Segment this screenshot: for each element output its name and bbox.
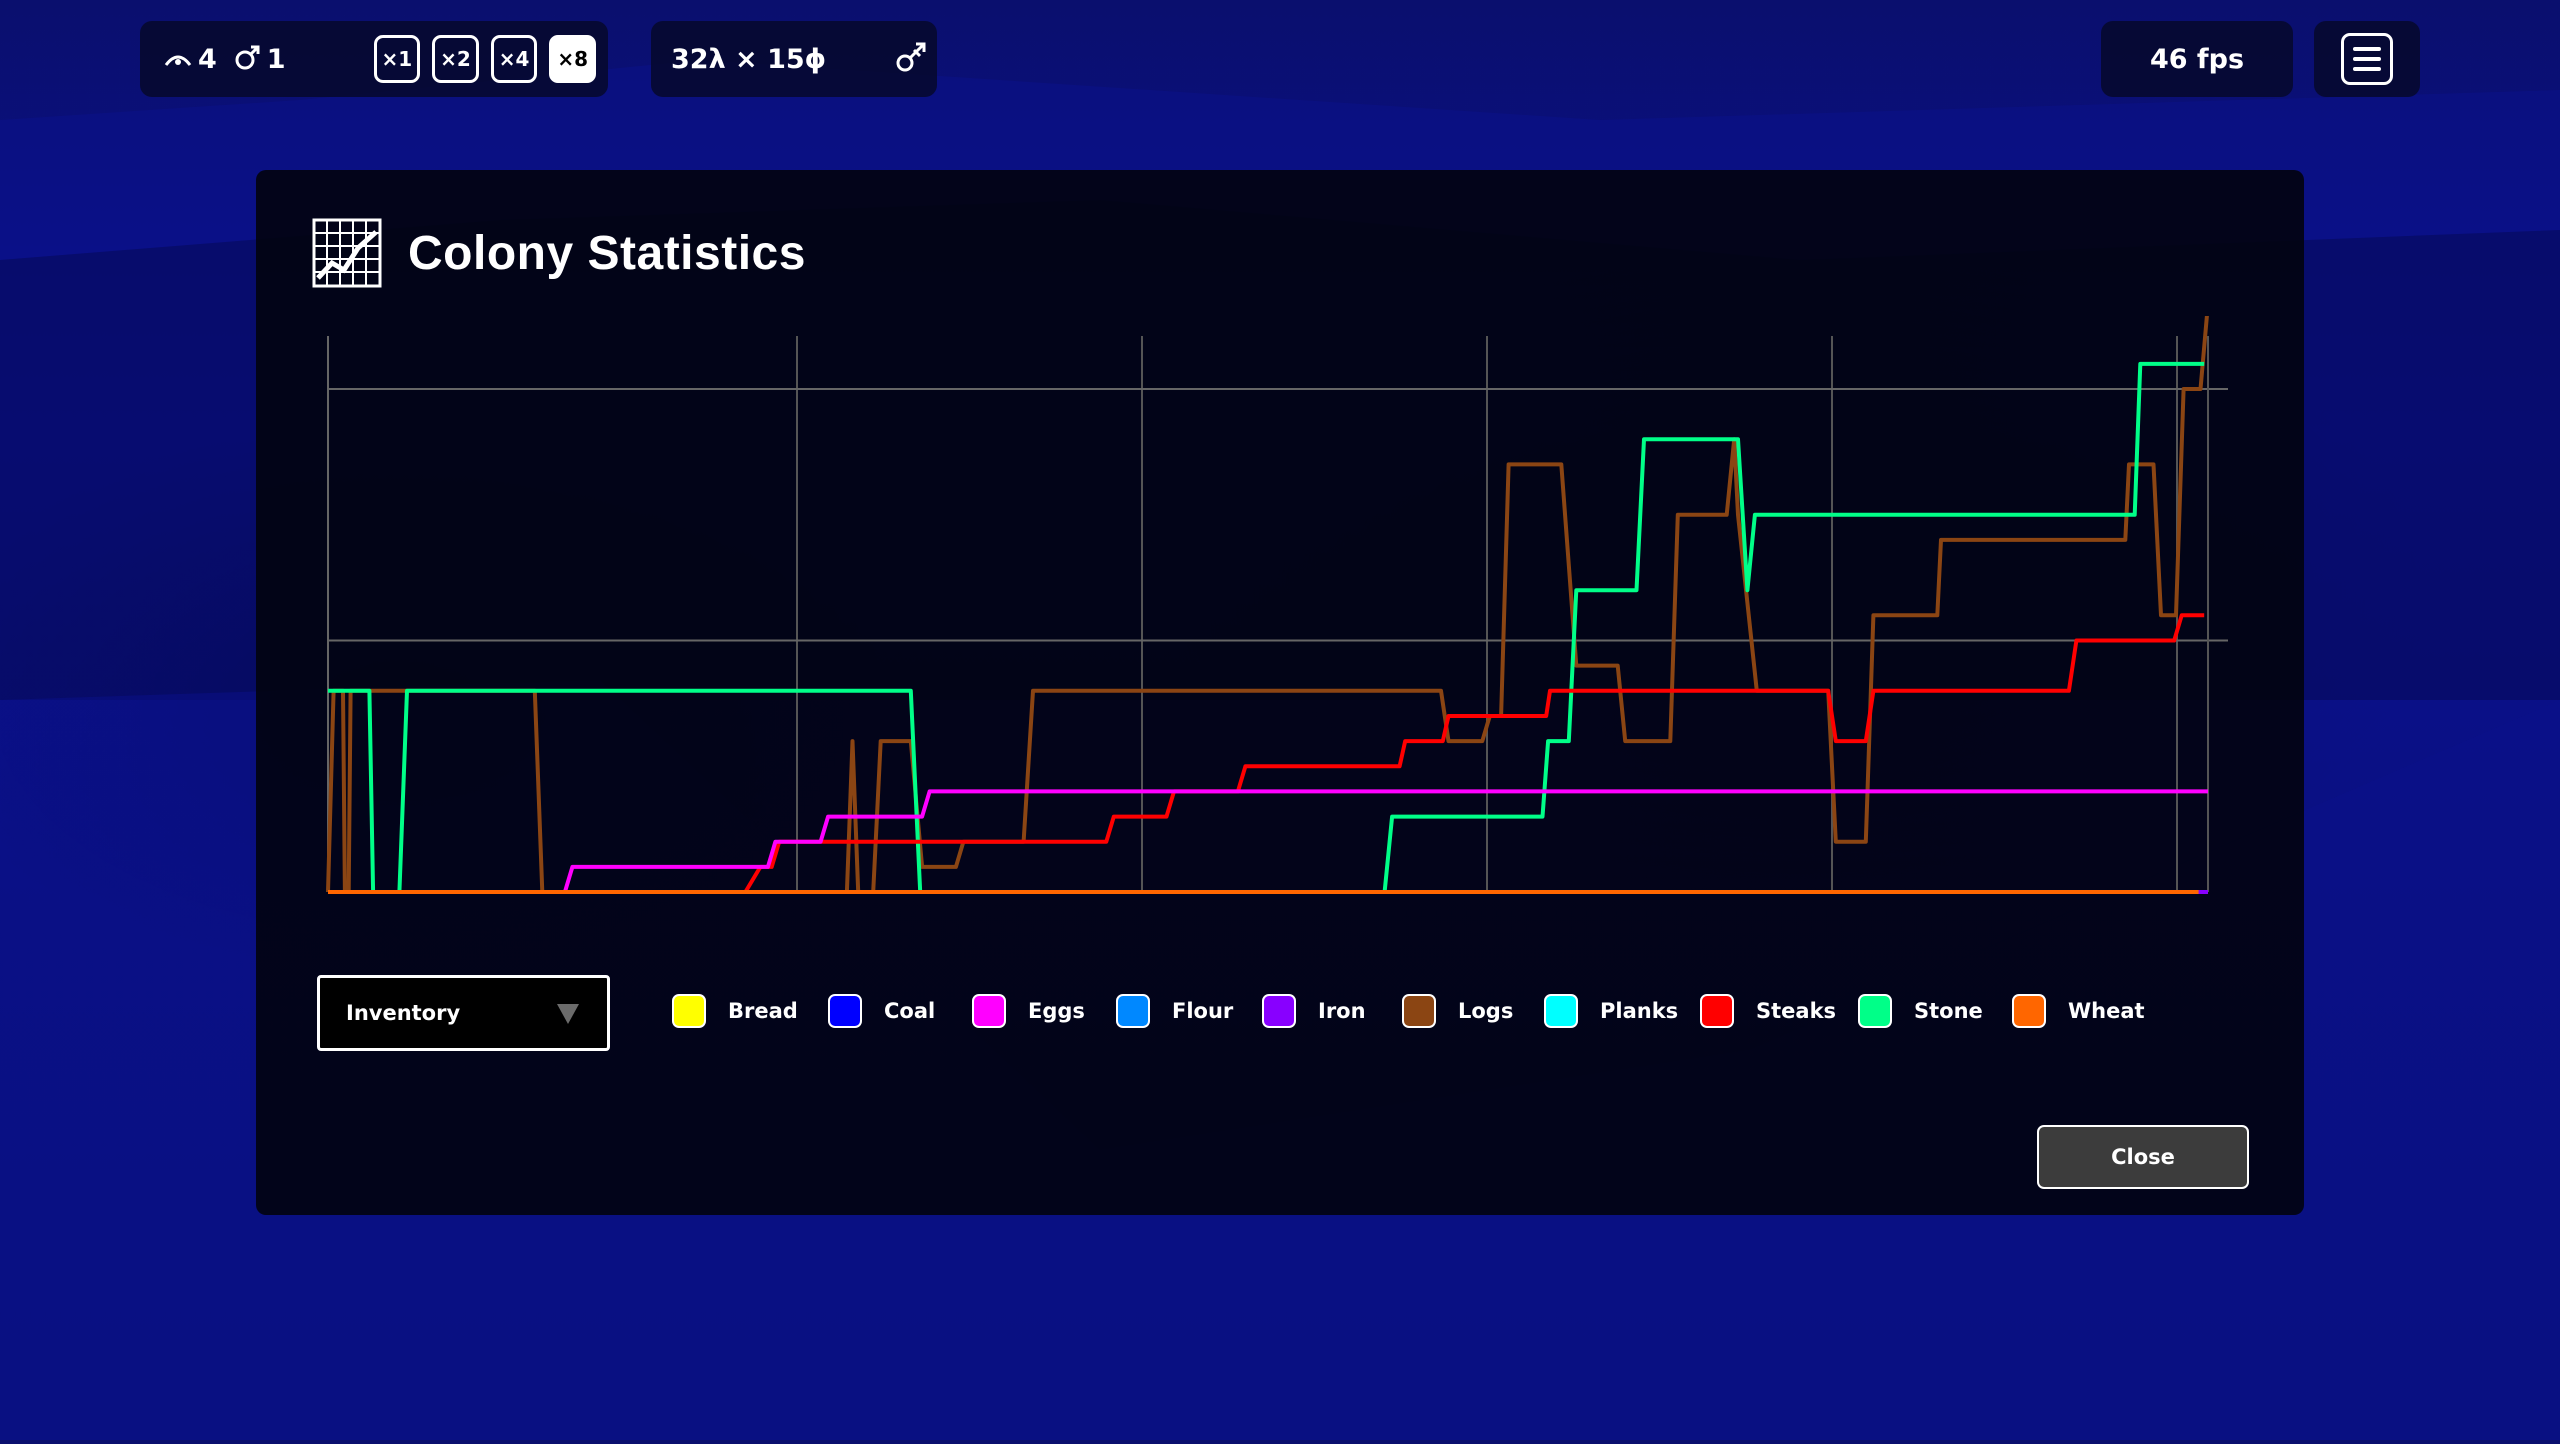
colony-statistics-window: Colony Statistics Inventory Bread Coal Egg… [256,170,2304,1215]
legend-label-wheat: Wheat [2068,999,2145,1023]
legend-swatch-bread [672,994,706,1028]
colonists-count: 4 [198,43,217,75]
legend-item-eggs[interactable]: Eggs [972,994,1085,1028]
series-line-logs [326,316,2209,894]
dropdown-arrow-icon [557,1004,579,1024]
legend-label-coal: Coal [884,999,936,1023]
legend-label-bread: Bread [728,999,798,1023]
legend-label-logs: Logs [1458,999,1514,1023]
legend-item-flour[interactable]: Flour [1116,994,1233,1028]
legend-item-steaks[interactable]: Steaks [1700,994,1836,1028]
window-title: Colony Statistics [408,226,806,280]
series-line-steaks [743,613,2205,894]
legend-swatch-coal [828,994,862,1028]
legend-label-iron: Iron [1318,999,1366,1023]
fps-panel: 46 fps [2101,21,2293,97]
male-icon [235,44,261,74]
legend-swatch-iron [1262,994,1296,1028]
fps-readout: 46 fps [2149,43,2245,75]
statistics-line-chart [326,316,2228,894]
legend-swatch-stone [1858,994,1892,1028]
legend-item-stone[interactable]: Stone [1858,994,1983,1028]
close-button[interactable]: Close [2037,1125,2249,1189]
speed-x8-button[interactable]: ×8 [549,35,596,83]
legend-swatch-eggs [972,994,1006,1028]
dropdown-value: Inventory [346,1001,461,1025]
legend-label-eggs: Eggs [1028,999,1085,1023]
legend-item-bread[interactable]: Bread [672,994,798,1028]
legend-swatch-steaks [1700,994,1734,1028]
speed-x2-button[interactable]: ×2 [432,35,479,83]
legend-label-stone: Stone [1914,999,1983,1023]
hud-colony-panel: 4 1 ×1 ×2 ×4 ×8 [140,21,608,97]
chart-icon [312,218,382,288]
legend-label-flour: Flour [1172,999,1234,1023]
colonists-icon [164,47,192,71]
gender-icon[interactable] [894,40,928,78]
males-count: 1 [266,43,286,75]
legend-item-coal[interactable]: Coal [828,994,935,1028]
legend-item-iron[interactable]: Iron [1262,994,1366,1028]
speed-x1-button[interactable]: ×1 [373,35,421,83]
legend-swatch-planks [1544,994,1578,1028]
legend-swatch-flour [1116,994,1150,1028]
menu-panel [2314,21,2420,97]
map-size: 32λ × 15ϕ [671,43,827,75]
hamburger-menu-icon[interactable] [2341,33,2393,85]
legend-label-steaks: Steaks [1756,999,1837,1023]
series-line-stone [328,361,2205,894]
legend-item-planks[interactable]: Planks [1544,994,1678,1028]
hud-map-panel: 32λ × 15ϕ [651,21,937,97]
statistic-type-dropdown[interactable]: Inventory [317,975,610,1051]
legend-item-wheat[interactable]: Wheat [2012,994,2145,1028]
legend-swatch-wheat [2012,994,2046,1028]
speed-x4-button[interactable]: ×4 [490,35,538,83]
legend-label-planks: Planks [1600,999,1679,1023]
legend-swatch-logs [1402,994,1436,1028]
legend-item-logs[interactable]: Logs [1402,994,1513,1028]
